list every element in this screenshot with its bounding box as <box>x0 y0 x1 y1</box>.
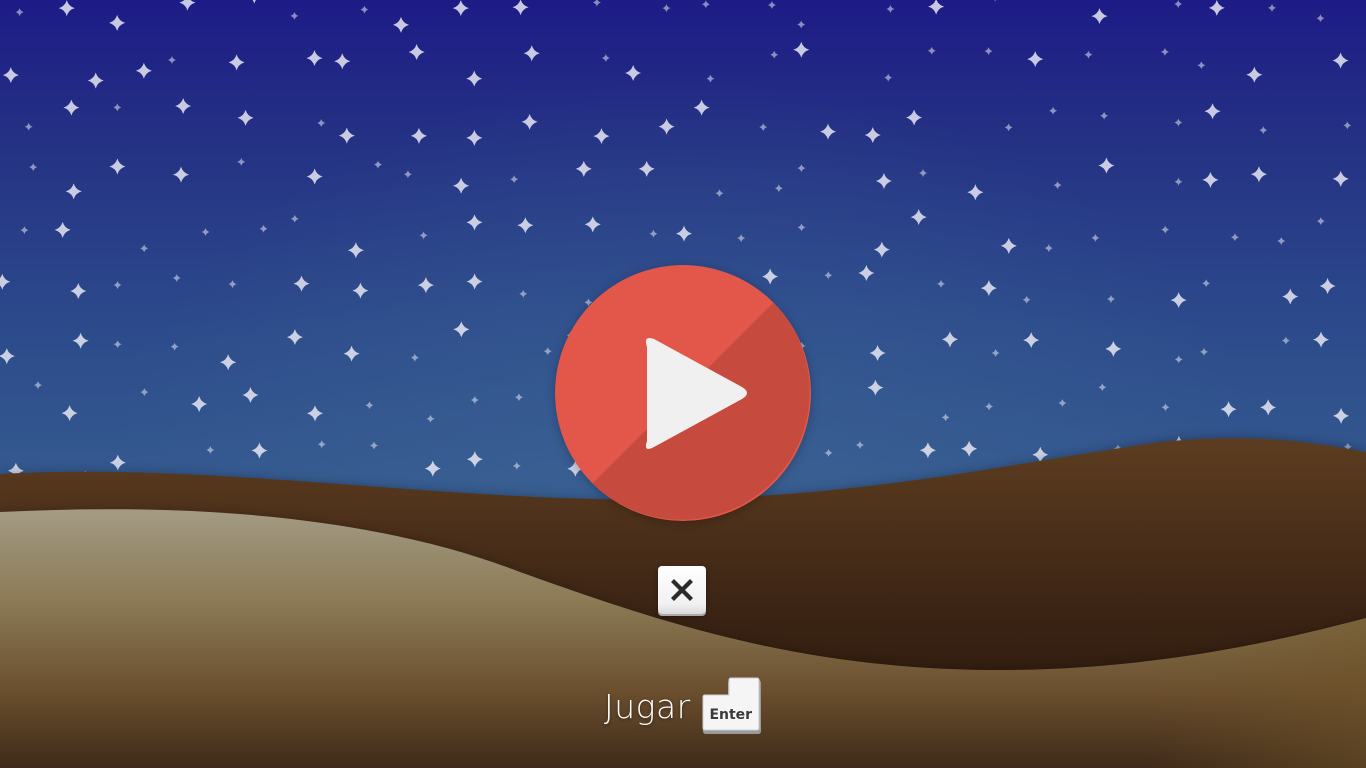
play-icon <box>555 265 811 521</box>
play-button[interactable] <box>555 265 811 521</box>
close-icon <box>671 579 693 601</box>
close-button[interactable] <box>658 566 706 614</box>
play-action-hint: Jugar Enter <box>604 676 763 736</box>
game-start-screen: Jugar Enter <box>0 0 1366 768</box>
enter-key-label: Enter <box>709 707 753 723</box>
action-label: Jugar <box>604 686 691 726</box>
enter-key-icon: Enter <box>701 677 763 735</box>
